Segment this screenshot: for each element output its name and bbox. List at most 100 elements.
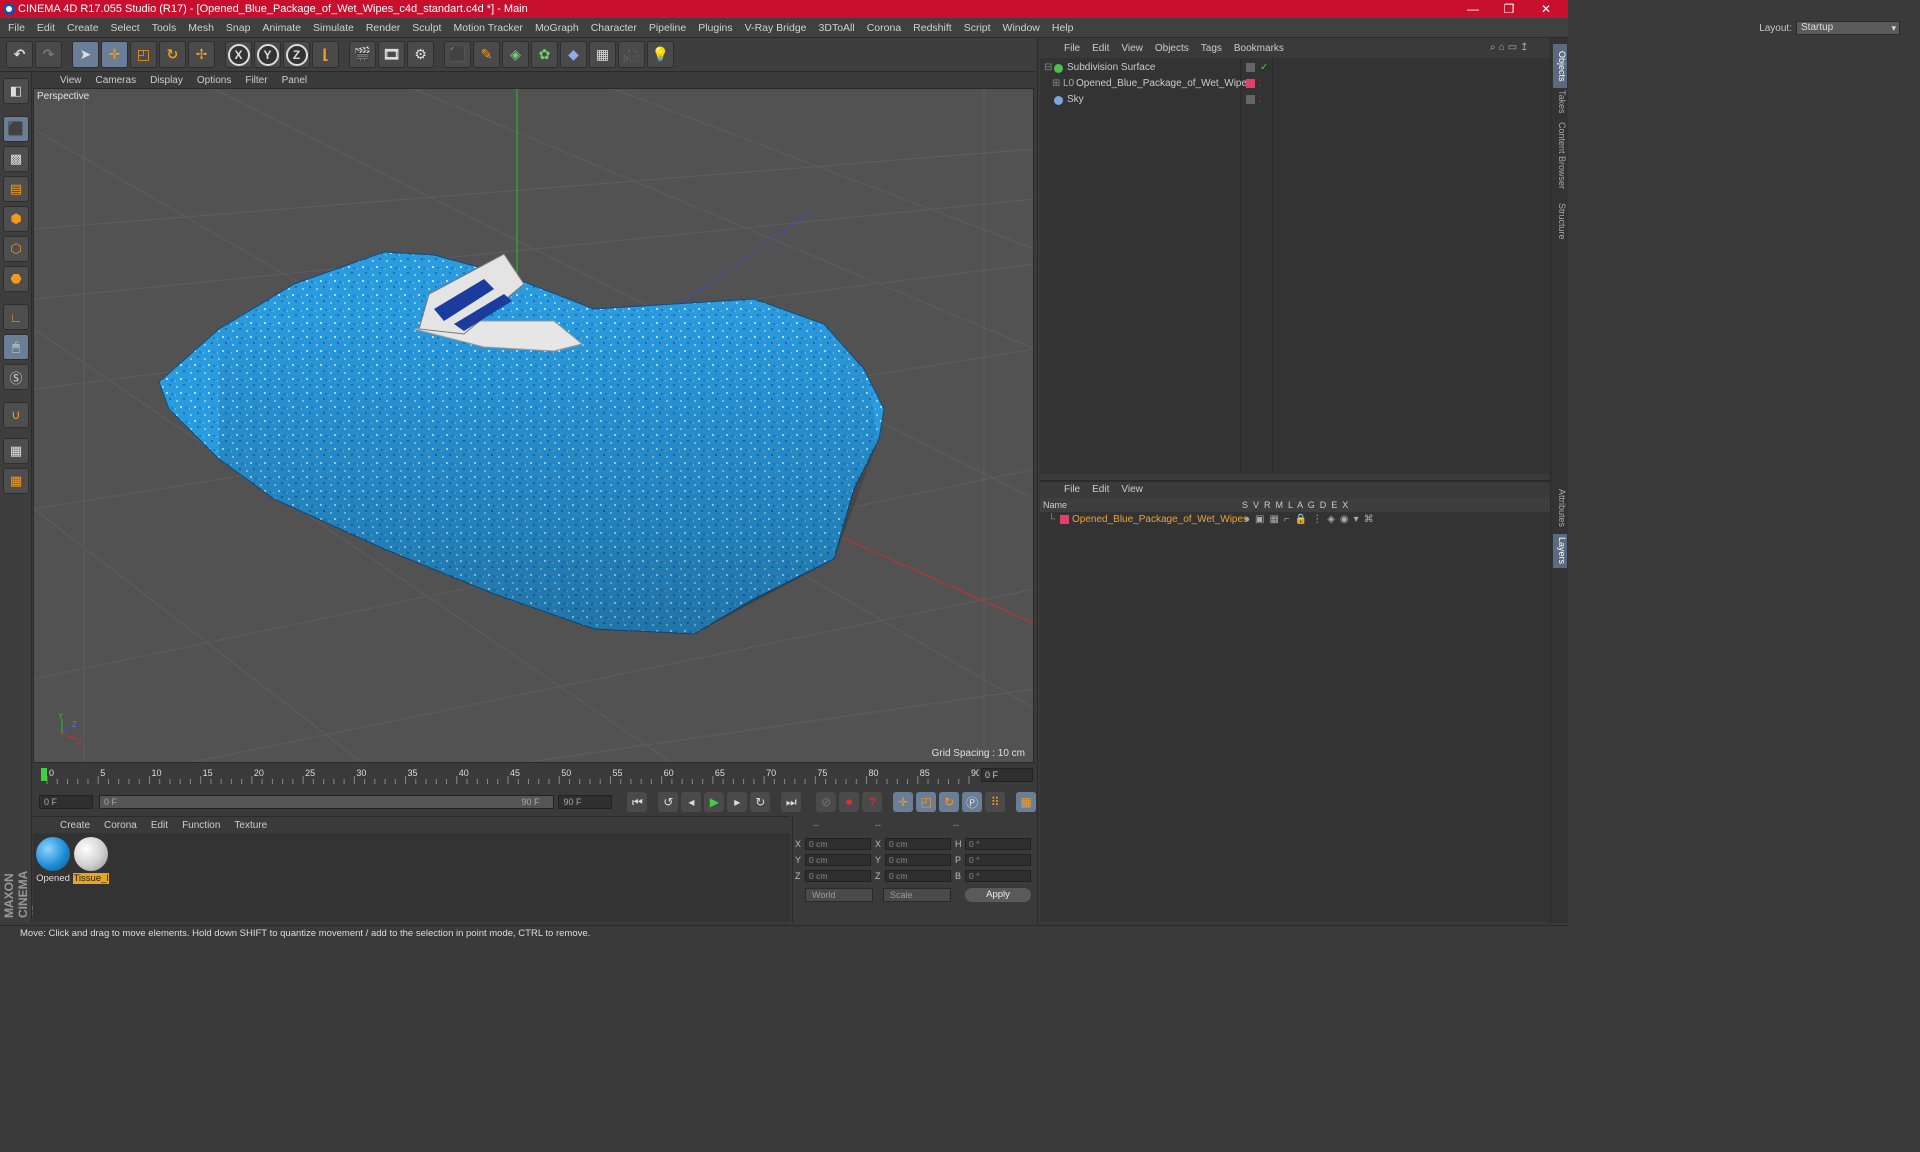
- size-y-field[interactable]: 0 cm: [885, 854, 951, 866]
- polygons-mode-icon[interactable]: ⬣: [3, 266, 29, 292]
- menu-edit[interactable]: Edit: [31, 22, 61, 34]
- render-picture-viewer-icon[interactable]: 🎞: [378, 41, 405, 68]
- menu-character[interactable]: Character: [585, 22, 643, 34]
- menu-motion-tracker[interactable]: Motion Tracker: [447, 22, 528, 34]
- viewport-menu-cameras[interactable]: Cameras: [89, 75, 144, 86]
- position-x-field[interactable]: 0 cm: [805, 838, 871, 850]
- go-to-start-icon[interactable]: ⏮: [627, 792, 648, 812]
- material-menu-texture[interactable]: Texture: [227, 820, 274, 831]
- menu-snap[interactable]: Snap: [220, 22, 257, 34]
- tab-structure[interactable]: Structure: [1553, 198, 1567, 244]
- menu-plugins[interactable]: Plugins: [692, 22, 738, 34]
- menu-mesh[interactable]: Mesh: [182, 22, 220, 34]
- start-frame-field[interactable]: 0 F: [39, 795, 93, 809]
- tab-content-browser[interactable]: Content Browser: [1553, 118, 1567, 194]
- visibility-dots-icon[interactable]: ⁚: [1259, 76, 1262, 92]
- model-mode-icon[interactable]: ⬛: [3, 116, 29, 142]
- menu-script[interactable]: Script: [958, 22, 997, 34]
- workplane-icon[interactable]: ▤: [3, 176, 29, 202]
- expand-icon[interactable]: ⊞: [1052, 76, 1060, 92]
- layer-color-icon[interactable]: [1060, 515, 1069, 524]
- key-rotation-icon[interactable]: ↻: [939, 792, 960, 812]
- maximize-button[interactable]: ❐: [1491, 0, 1527, 18]
- menu-v-ray-bridge[interactable]: V-Ray Bridge: [739, 22, 813, 34]
- play-icon[interactable]: ▶: [704, 792, 725, 812]
- rotation-h-field[interactable]: 0 °: [965, 838, 1031, 850]
- go-to-end-icon[interactable]: ⏭: [781, 792, 802, 812]
- cloner-icon[interactable]: ✿: [531, 41, 558, 68]
- keyframe-selection-icon[interactable]: ⊘: [816, 792, 837, 812]
- position-y-field[interactable]: 0 cm: [805, 854, 871, 866]
- menu-sculpt[interactable]: Sculpt: [406, 22, 447, 34]
- material-tissue[interactable]: Tissue_l: [73, 837, 109, 884]
- edges-mode-icon[interactable]: ⬡: [3, 236, 29, 262]
- light-icon[interactable]: 💡: [647, 41, 674, 68]
- floor-icon[interactable]: ▦: [589, 41, 616, 68]
- object-menu-bookmarks[interactable]: Bookmarks: [1228, 43, 1290, 54]
- viewport-menu-display[interactable]: Display: [143, 75, 190, 86]
- size-z-field[interactable]: 0 cm: [885, 870, 951, 882]
- viewport-menu-panel[interactable]: Panel: [275, 75, 315, 86]
- menu-window[interactable]: Window: [997, 22, 1046, 34]
- viewport-menu-filter[interactable]: Filter: [238, 75, 274, 86]
- layer-menu-view[interactable]: View: [1115, 484, 1149, 495]
- current-frame-field[interactable]: 0 F: [981, 768, 1033, 782]
- layer-menu-edit[interactable]: Edit: [1086, 484, 1115, 495]
- menu-3dtoall[interactable]: 3DToAll: [813, 22, 861, 34]
- menu-select[interactable]: Select: [105, 22, 146, 34]
- solo-icon[interactable]: Ⓢ: [3, 364, 29, 390]
- redo-icon[interactable]: ↷: [35, 41, 62, 68]
- object-menu-edit[interactable]: Edit: [1086, 43, 1115, 54]
- object-menu-view[interactable]: View: [1115, 43, 1149, 54]
- subdivision-surface-icon[interactable]: ◈: [502, 41, 529, 68]
- material-menu-edit[interactable]: Edit: [144, 820, 175, 831]
- object-menu-tags[interactable]: Tags: [1195, 43, 1228, 54]
- locked-workplane-icon[interactable]: ▦: [3, 438, 29, 464]
- layer-row[interactable]: └ Opened_Blue_Package_of_Wet_Wipes ●▣▦⌐🔒…: [1040, 512, 1550, 528]
- tab-objects[interactable]: Objects: [1553, 44, 1567, 88]
- rotation-b-field[interactable]: 0 °: [965, 870, 1031, 882]
- object-row-subdivision-surface[interactable]: ⊟ Subdivision Surface ✓: [1040, 60, 1550, 76]
- y-axis-lock-button[interactable]: Y: [254, 41, 281, 68]
- material-opened[interactable]: Opened: [35, 837, 71, 884]
- object-row-sky[interactable]: Sky ⁚: [1040, 92, 1550, 108]
- transform-tool-icon[interactable]: ✢: [188, 41, 215, 68]
- spline-pen-icon[interactable]: ✎: [473, 41, 500, 68]
- world-dropdown[interactable]: World: [805, 888, 873, 902]
- perspective-viewport[interactable]: Y Z X Perspective Grid Spacing : 10 cm: [33, 88, 1034, 763]
- material-menu-corona[interactable]: Corona: [97, 820, 144, 831]
- menu-pipeline[interactable]: Pipeline: [643, 22, 692, 34]
- size-x-field[interactable]: 0 cm: [885, 838, 951, 850]
- close-button[interactable]: ✕: [1528, 0, 1564, 18]
- scale-tool-icon[interactable]: ◰: [130, 41, 157, 68]
- timeline-window-icon[interactable]: ▦: [1016, 792, 1037, 812]
- key-parameter-icon[interactable]: Ⓟ: [962, 792, 983, 812]
- position-z-field[interactable]: 0 cm: [805, 870, 871, 882]
- snap-magnet-icon[interactable]: ∪: [3, 402, 29, 428]
- timeline-ruler[interactable]: 0 5 10 15 20 25 30 35 40 45 50 55 60 65 70 75 80 85 90: [39, 766, 979, 784]
- x-axis-lock-button[interactable]: X: [225, 41, 252, 68]
- record-icon[interactable]: ⏺: [839, 792, 860, 812]
- frame-range-slider[interactable]: 0 F 90 F: [98, 795, 555, 809]
- object-row-wet-wipes[interactable]: ⊞ L0 Opened_Blue_Package_of_Wet_Wipes ⁚: [1040, 76, 1550, 92]
- timeline[interactable]: 0 5 10 15 20 25 30 35 40 45 50 55 60 65 70 75 80 85 90 0 F: [33, 764, 1036, 788]
- menu-corona[interactable]: Corona: [861, 22, 907, 34]
- planar-workplane-icon[interactable]: ▦: [3, 468, 29, 494]
- collapse-icon[interactable]: ⊟: [1044, 60, 1052, 76]
- previous-key-icon[interactable]: ↺: [658, 792, 679, 812]
- coordinate-system-icon[interactable]: ⌊: [312, 41, 339, 68]
- menu-simulate[interactable]: Simulate: [307, 22, 360, 34]
- layout-dropdown[interactable]: Startup: [1796, 21, 1900, 35]
- enabled-check-icon[interactable]: ✓: [1260, 60, 1268, 76]
- tab-takes[interactable]: Takes: [1553, 88, 1567, 116]
- menu-render[interactable]: Render: [360, 22, 406, 34]
- undo-icon[interactable]: ↶: [6, 41, 33, 68]
- autokey-icon[interactable]: ?: [862, 792, 883, 812]
- edit-render-settings-icon[interactable]: ⚙: [407, 41, 434, 68]
- scale-dropdown[interactable]: Scale: [883, 888, 951, 902]
- menu-help[interactable]: Help: [1046, 22, 1080, 34]
- camera-icon[interactable]: 🎥: [618, 41, 645, 68]
- tab-layers[interactable]: Layers: [1553, 534, 1567, 568]
- axis-mode-icon[interactable]: ∟: [3, 304, 29, 330]
- menu-create[interactable]: Create: [61, 22, 105, 34]
